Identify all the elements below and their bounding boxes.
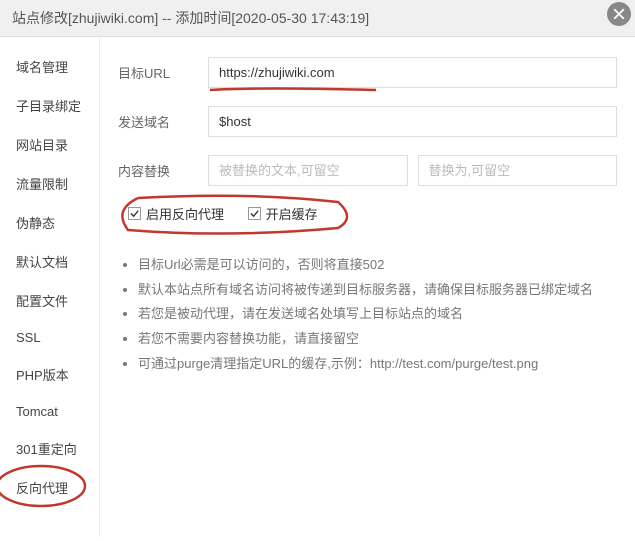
content-panel: 目标URL 发送域名 内容替换 启用反向代理 开启缓存 目标Url必 xyxy=(100,37,635,537)
sidebar-item-ssl[interactable]: SSL xyxy=(0,320,99,355)
content-replace-label: 内容替换 xyxy=(118,161,208,180)
enable-proxy-checkbox[interactable]: 启用反向代理 xyxy=(128,204,224,223)
note-item: 若您是被动代理，请在发送域名处填写上目标站点的域名 xyxy=(138,302,617,327)
target-url-label: 目标URL xyxy=(118,63,208,82)
note-item: 若您不需要内容替换功能，请直接留空 xyxy=(138,327,617,352)
dialog-header: 站点修改[zhujiwiki.com] -- 添加时间[2020-05-30 1… xyxy=(0,0,635,37)
enable-cache-checkbox[interactable]: 开启缓存 xyxy=(248,204,318,223)
replace-to-input[interactable] xyxy=(418,155,618,186)
checkbox-icon xyxy=(248,207,261,220)
dialog-title: 站点修改[zhujiwiki.com] -- 添加时间[2020-05-30 1… xyxy=(12,10,369,26)
target-url-input[interactable] xyxy=(208,57,617,88)
sidebar-item-tomcat[interactable]: Tomcat xyxy=(0,394,99,429)
sidebar-item-config[interactable]: 配置文件 xyxy=(0,281,99,320)
sidebar-item-default-doc[interactable]: 默认文档 xyxy=(0,242,99,281)
sidebar-item-301[interactable]: 301重定向 xyxy=(0,429,99,468)
notes-list: 目标Url必需是可以访问的，否则将直接502 默认本站点所有域名访问将被传递到目… xyxy=(118,253,617,376)
note-item: 目标Url必需是可以访问的，否则将直接502 xyxy=(138,253,617,278)
sidebar-item-reverse-proxy[interactable]: 反向代理 xyxy=(0,468,99,507)
sidebar-item-subdir[interactable]: 子目录绑定 xyxy=(0,86,99,125)
sidebar-item-traffic[interactable]: 流量限制 xyxy=(0,164,99,203)
sidebar-item-webdir[interactable]: 网站目录 xyxy=(0,125,99,164)
sidebar-item-php[interactable]: PHP版本 xyxy=(0,355,99,394)
replace-from-input[interactable] xyxy=(208,155,408,186)
sidebar-item-rewrite[interactable]: 伪静态 xyxy=(0,203,99,242)
note-item: 可通过purge清理指定URL的缓存,示例：http://test.com/pu… xyxy=(138,352,617,377)
send-domain-label: 发送域名 xyxy=(118,112,208,131)
send-domain-input[interactable] xyxy=(208,106,617,137)
note-item: 默认本站点所有域名访问将被传递到目标服务器，请确保目标服务器已绑定域名 xyxy=(138,278,617,303)
sidebar-item-domain[interactable]: 域名管理 xyxy=(0,47,99,86)
sidebar: 域名管理 子目录绑定 网站目录 流量限制 伪静态 默认文档 配置文件 SSL P… xyxy=(0,37,100,537)
close-button[interactable] xyxy=(607,2,631,26)
close-icon xyxy=(613,8,625,20)
checkbox-icon xyxy=(128,207,141,220)
